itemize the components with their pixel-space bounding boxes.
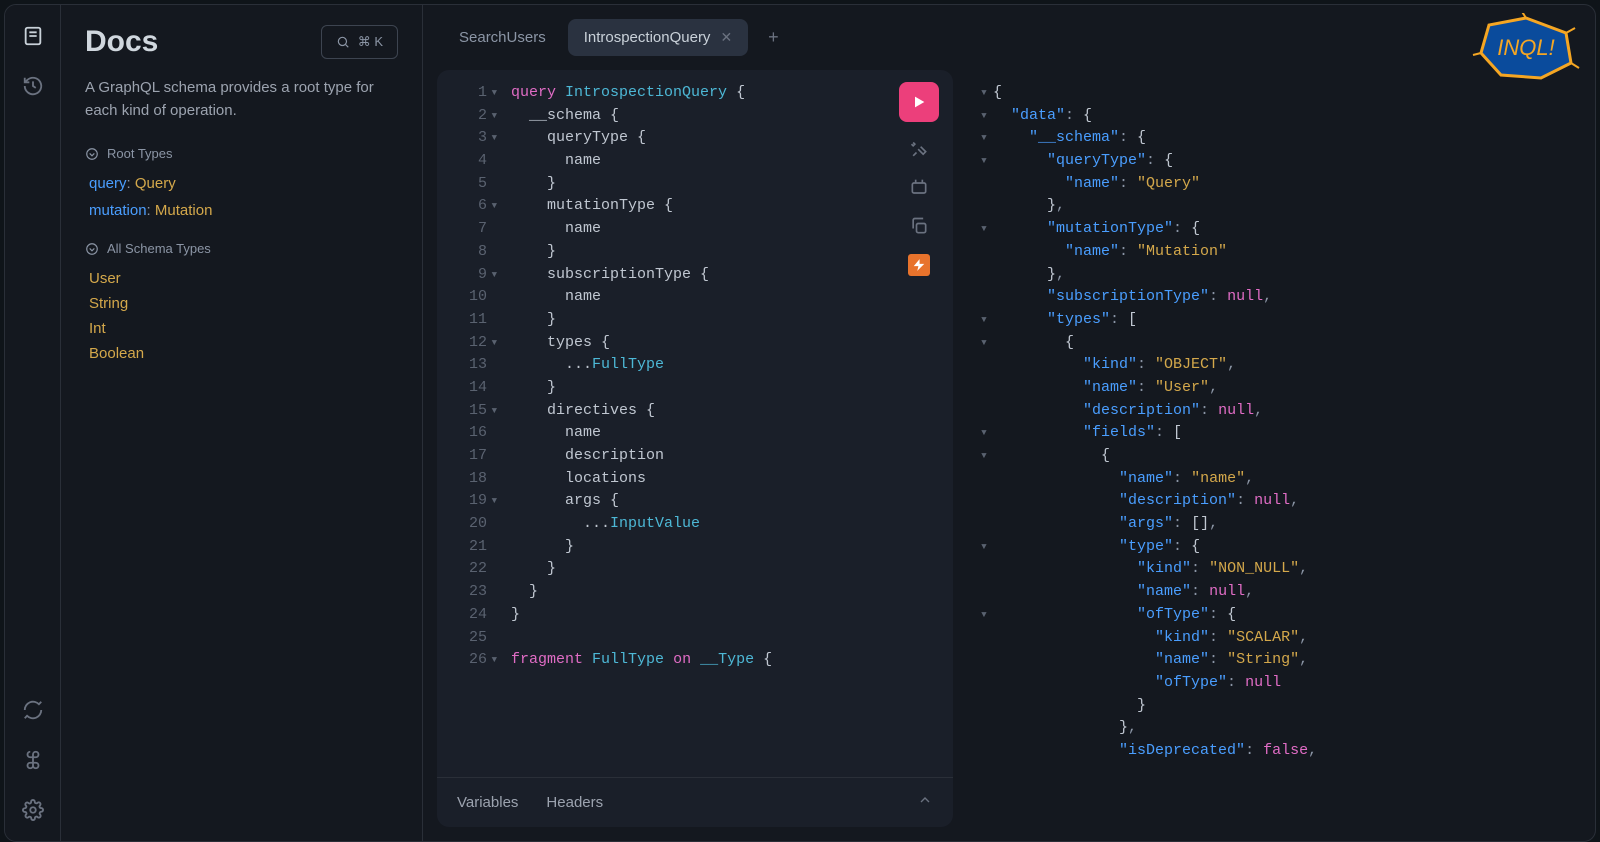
editor-footer: Variables Headers <box>437 777 953 827</box>
settings-icon[interactable] <box>22 799 44 821</box>
lightning-icon[interactable] <box>908 254 930 276</box>
root-type-row[interactable]: mutation: Mutation <box>85 202 398 219</box>
prettify-icon[interactable] <box>909 140 929 160</box>
schema-type-item[interactable]: Boolean <box>85 345 398 362</box>
all-schema-header[interactable]: All Schema Types <box>85 241 398 256</box>
run-button[interactable] <box>899 82 939 122</box>
chevron-down-icon <box>85 242 99 256</box>
search-button[interactable]: ⌘ K <box>321 25 398 59</box>
root-type-row[interactable]: query: Query <box>85 175 398 192</box>
variables-tab[interactable]: Variables <box>457 794 518 811</box>
schema-type-item[interactable]: String <box>85 295 398 312</box>
tabs-row: SearchUsersIntrospectionQuery✕ + <box>423 5 1595 70</box>
schema-type-item[interactable]: Int <box>85 320 398 337</box>
icon-rail <box>5 5 61 841</box>
docs-title: Docs <box>85 25 158 59</box>
response-panel[interactable]: ▼{▼ "data": {▼ "__schema": {▼ "queryType… <box>967 70 1581 827</box>
inql-logo: INQL! <box>1471 13 1581 83</box>
search-icon <box>336 35 350 49</box>
tab[interactable]: IntrospectionQuery✕ <box>568 19 748 56</box>
docs-icon[interactable] <box>22 25 44 47</box>
tab[interactable]: SearchUsers <box>443 19 562 56</box>
docs-panel: Docs ⌘ K A GraphQL schema provides a roo… <box>61 5 423 841</box>
chevron-down-icon <box>85 147 99 161</box>
headers-tab[interactable]: Headers <box>546 794 603 811</box>
footer-expand-icon[interactable] <box>917 792 933 813</box>
history-icon[interactable] <box>22 75 44 97</box>
copy-icon[interactable] <box>909 216 929 236</box>
shortcuts-icon[interactable] <box>22 749 44 771</box>
query-editor: 1▼2▼3▼456▼789▼101112▼131415▼16171819▼202… <box>437 70 953 827</box>
docs-description: A GraphQL schema provides a root type fo… <box>85 77 398 122</box>
svg-text:INQL!: INQL! <box>1497 35 1554 60</box>
main-area: INQL! SearchUsersIntrospectionQuery✕ + 1… <box>423 5 1595 841</box>
add-tab-button[interactable]: + <box>754 17 793 58</box>
merge-icon[interactable] <box>909 178 929 198</box>
search-shortcut: ⌘ K <box>358 34 383 50</box>
refresh-icon[interactable] <box>22 699 44 721</box>
close-icon[interactable]: ✕ <box>720 29 732 46</box>
schema-type-item[interactable]: User <box>85 270 398 287</box>
root-types-header[interactable]: Root Types <box>85 146 398 161</box>
code-editor[interactable]: 1▼2▼3▼456▼789▼101112▼131415▼16171819▼202… <box>437 70 953 777</box>
